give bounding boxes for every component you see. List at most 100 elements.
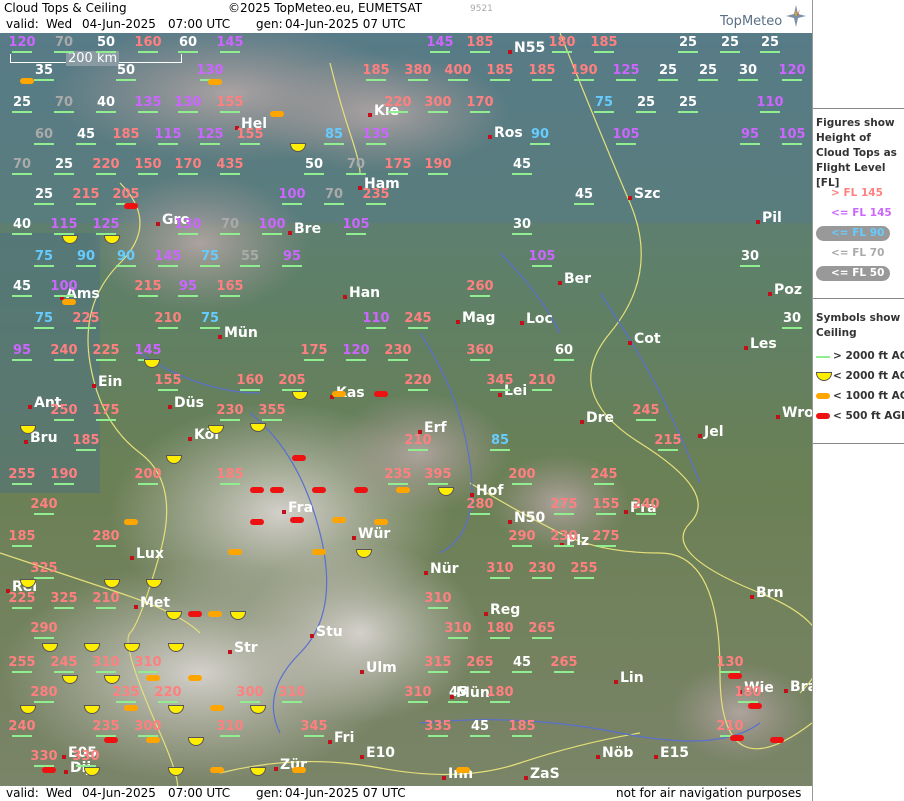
cloud-top-value: 185: [524, 64, 560, 81]
ceiling-above-2000-line: [12, 51, 32, 53]
cloud-top-text: 145: [216, 35, 244, 50]
ceiling-above-2000-line: [574, 79, 594, 81]
disclaimer-text: not for air navigation purposes: [616, 786, 802, 800]
ceiling-above-2000-line: [470, 111, 490, 113]
ceiling-above-2000-line: [54, 607, 74, 609]
city-marker: [498, 393, 502, 397]
cloud-top-value: 260: [462, 280, 498, 297]
ceiling-above-2000-line: [138, 173, 158, 175]
city-marker: [596, 755, 600, 759]
cloud-top-text: 210: [92, 591, 120, 606]
ceiling-below-1000-symbol: [228, 549, 242, 555]
cloud-top-text: 310: [216, 719, 244, 734]
ceiling-above-2000-line: [430, 51, 450, 53]
cloud-top-value: 225: [4, 592, 40, 609]
cloud-top-text: 100: [278, 187, 306, 202]
ceiling-above-2000-line: [158, 389, 178, 391]
ceiling-below-1000-symbol: [62, 299, 76, 305]
cloud-top-value: 235: [88, 720, 124, 737]
ceiling-above-2000-line: [554, 545, 574, 547]
ceiling-below-1000-symbol: [124, 705, 138, 711]
ceiling-below-1000-symbol: [146, 675, 160, 681]
cloud-top-value: 210: [524, 374, 560, 391]
cloud-top-value: 165: [212, 280, 248, 297]
cloud-top-value: 50: [296, 158, 332, 175]
city-marker: [310, 634, 314, 638]
cloud-top-text: 215: [72, 187, 100, 202]
cloud-top-text: 260: [466, 279, 494, 294]
cloud-top-text: 185: [528, 63, 556, 78]
cloud-top-text: 95: [282, 249, 302, 264]
cloud-top-value: 70: [4, 158, 40, 175]
ceiling-above-2000-line: [366, 143, 386, 145]
map-title: Cloud Tops & Ceiling: [4, 1, 127, 15]
cloud-top-text: 75: [34, 249, 54, 264]
cloud-top-value: 190: [420, 158, 456, 175]
city-label: Stu: [316, 624, 343, 640]
cloud-top-value: 30: [774, 312, 810, 329]
city-marker: [484, 612, 488, 616]
cloud-top-value: 235: [358, 188, 394, 205]
red-dash-icon: [816, 413, 830, 419]
city-label: Mün: [224, 325, 258, 341]
ceiling-above-2000-line: [616, 79, 636, 81]
cloud-top-text: 300: [236, 685, 264, 700]
cloud-top-value: 300: [130, 720, 166, 737]
cloud-top-text: 110: [756, 95, 784, 110]
ceiling-above-2000-line: [554, 671, 574, 673]
cloud-top-text: 215: [654, 433, 682, 448]
ceiling-below-500-symbol: [124, 203, 138, 209]
cloud-top-value: 160: [130, 36, 166, 53]
cloud-top-text: 205: [112, 187, 140, 202]
cloud-top-value: 170: [462, 96, 498, 113]
cloud-top-value: 100: [46, 280, 82, 297]
cloud-top-text: 240: [50, 343, 78, 358]
cloud-top-text: 25: [636, 95, 656, 110]
ceiling-above-2000-line: [54, 51, 74, 53]
cloud-top-value: 85: [316, 128, 352, 145]
cloud-top-value: 330: [26, 750, 62, 767]
ceiling-above-2000-line: [490, 577, 510, 579]
ceiling-above-2000-line: [138, 483, 158, 485]
cloud-top-value: 330: [68, 750, 104, 767]
cloud-top-text: 130: [174, 217, 202, 232]
cloud-top-text: 105: [778, 127, 806, 142]
cloud-top-text: 220: [404, 373, 432, 388]
cloud-top-value: 380: [400, 64, 436, 81]
cloud-top-value: 25: [670, 96, 706, 113]
ceiling-above-2000-line: [34, 637, 54, 639]
ceiling-above-2000-line: [282, 265, 302, 267]
cloud-top-value: 75: [586, 96, 622, 113]
ceiling-below-1000-symbol: [270, 111, 284, 117]
city-marker: [698, 434, 702, 438]
cloud-top-value: 120: [4, 36, 40, 53]
ceiling-above-2000-line: [408, 449, 428, 451]
ceiling-below-500-symbol: [290, 517, 304, 523]
cloud-top-text: 105: [612, 127, 640, 142]
cloud-top-value: 280: [26, 686, 62, 703]
cloud-top-text: 145: [134, 343, 162, 358]
cloud-top-value: 240: [46, 344, 82, 361]
brand-text: TopMeteo: [720, 14, 783, 29]
cloud-top-value: 60: [26, 128, 62, 145]
ceiling-above-2000-line: [596, 545, 616, 547]
city-label: Str: [234, 640, 258, 656]
ceiling-above-2000-line: [158, 327, 178, 329]
cloud-top-text: 165: [216, 279, 244, 294]
ceiling-above-2000-line: [54, 173, 74, 175]
cloud-top-text: 160: [236, 373, 264, 388]
cloud-top-text: 230: [528, 561, 556, 576]
city-marker: [628, 341, 632, 345]
cloud-top-text: 75: [200, 311, 220, 326]
cloud-top-value: 185: [482, 64, 518, 81]
cloud-top-value: 155: [150, 374, 186, 391]
ceiling-above-2000-line: [740, 143, 760, 145]
satellite-map[interactable]: 200 km N55 Kie Hel Ros Ham Szc Gro Bre Pil Ams Han…: [0, 33, 812, 786]
cloud-top-text: 60: [34, 127, 54, 142]
cloud-top-text: 230: [216, 403, 244, 418]
cloud-top-value: 255: [4, 468, 40, 485]
cloud-top-text: 190: [50, 467, 78, 482]
city-marker: [776, 415, 780, 419]
ceiling-above-2000-line: [470, 513, 490, 515]
cloud-top-text: 100: [258, 217, 286, 232]
